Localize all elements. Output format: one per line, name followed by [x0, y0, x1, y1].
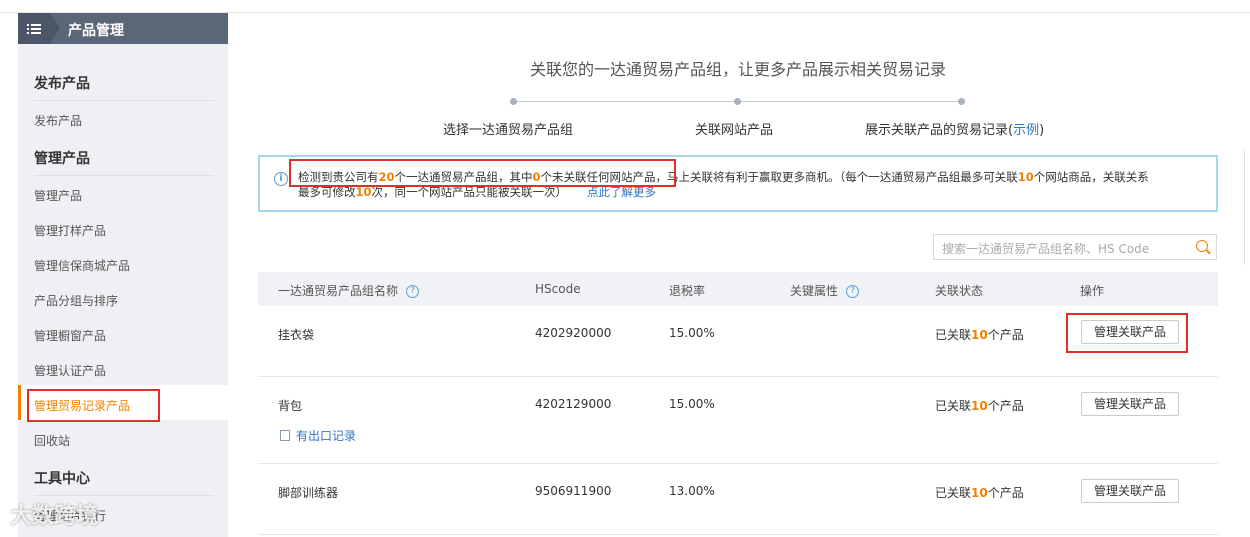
rebate-rate: 15.00%	[669, 326, 715, 340]
table-row: 脚部训练器 9506911900 13.00% 已关联10个产品 管理关联产品	[258, 464, 1218, 535]
step-3-label: 展示关联产品的贸易记录(示例)	[865, 119, 1044, 138]
sidebar-section-manage: 管理产品	[34, 151, 90, 167]
max-link-count: 10	[1017, 170, 1034, 184]
table-row: 背包 4202129000 15.00% 已关联10个产品 管理关联产品 有出口…	[258, 377, 1218, 464]
document-icon	[280, 430, 290, 441]
group-name: 挂衣袋	[278, 328, 315, 342]
divider	[34, 175, 214, 176]
menu-icon[interactable]	[18, 13, 50, 44]
highlight-box-notice	[289, 159, 676, 187]
sidebar-item-publish-product[interactable]: 发布产品	[34, 112, 82, 129]
col-header-key-attributes: 关键属性?	[790, 282, 860, 299]
manage-linked-products-button[interactable]: 管理关联产品	[1081, 479, 1179, 503]
notice-text: 次，同一个网站产品只能被关联一次）	[371, 185, 568, 199]
step-connector	[514, 101, 738, 102]
notice-text: 最多可修改	[298, 185, 356, 199]
example-link[interactable]: 示例	[1013, 123, 1039, 138]
header-arrow	[50, 13, 60, 43]
learn-more-link[interactable]: 点此了解更多	[587, 185, 656, 199]
col-header-group-name: 一达通贸易产品组名称?	[278, 282, 420, 299]
hscode: 4202129000	[535, 397, 612, 411]
group-name: 背包	[278, 399, 303, 413]
help-icon[interactable]: ?	[406, 285, 420, 298]
active-item-indicator	[18, 385, 21, 420]
sidebar-section-tools: 工具中心	[34, 471, 90, 487]
divider	[34, 100, 214, 101]
group-name: 脚部训练器	[278, 486, 339, 500]
sidebar: 产品管理 发布产品 发布产品 管理产品 管理产品 管理打样产品 管理信保商城产品…	[18, 13, 228, 537]
table-header: 一达通贸易产品组名称? HScode 退税率 关键属性? 关联状态 操作	[258, 272, 1218, 306]
step-dot	[958, 98, 965, 105]
sidebar-item-recycle-bin[interactable]: 回收站	[34, 432, 70, 449]
step-1-label: 选择一达通贸易产品组	[443, 123, 574, 138]
rebate-rate: 13.00%	[669, 484, 715, 498]
rebate-rate: 15.00%	[669, 397, 715, 411]
info-icon: i	[274, 172, 288, 186]
manage-linked-products-button[interactable]: 管理关联产品	[1081, 392, 1179, 416]
step-3-text: 展示关联产品的贸易记录	[865, 123, 1009, 138]
step-connector	[738, 101, 962, 102]
link-status: 已关联10个产品	[935, 328, 1024, 342]
hscode: 4202920000	[535, 326, 612, 340]
col-header-hscode: HScode	[535, 282, 581, 296]
step-dot	[510, 98, 517, 105]
sidebar-header: 产品管理	[18, 13, 228, 44]
col-header-link-status: 关联状态	[935, 284, 984, 298]
export-record-link[interactable]: 有出口记录	[280, 427, 356, 444]
step-2-label: 关联网站产品	[695, 123, 774, 138]
step-dot	[734, 98, 741, 105]
max-edit-count: 10	[355, 185, 372, 199]
help-icon[interactable]: ?	[846, 285, 860, 298]
search-placeholder: 搜索一达通贸易产品组名称、HS Code	[942, 242, 1150, 256]
sidebar-item-manage-products[interactable]: 管理产品	[34, 187, 82, 204]
link-status: 已关联10个产品	[935, 486, 1024, 500]
sidebar-item-product-groups[interactable]: 产品分组与排序	[34, 292, 118, 309]
col-header-rebate-rate: 退税率	[669, 284, 706, 298]
link-status: 已关联10个产品	[935, 399, 1024, 413]
sidebar-item-sample-products[interactable]: 管理打样产品	[34, 222, 106, 239]
watermark-text: 大数跨境	[10, 504, 99, 529]
sidebar-title: 产品管理	[68, 23, 124, 39]
search-input[interactable]: 搜索一达通贸易产品组名称、HS Code	[933, 234, 1217, 260]
sidebar-section-publish: 发布产品	[34, 76, 90, 92]
sidebar-item-certified-products[interactable]: 管理认证产品	[34, 362, 106, 379]
col-header-actions: 操作	[1080, 284, 1105, 298]
highlight-box-sidebar	[27, 389, 160, 422]
page-headline: 关联您的一达通贸易产品组，让更多产品展示相关贸易记录	[529, 60, 946, 79]
divider	[34, 495, 214, 496]
sidebar-item-showcase-products[interactable]: 管理橱窗产品	[34, 327, 106, 344]
notice-text: 个网站商品，关联关系	[1033, 170, 1149, 184]
highlight-box-action	[1066, 313, 1188, 353]
main-content: 关联您的一达通贸易产品组，让更多产品展示相关贸易记录 选择一达通贸易产品组 关联…	[258, 13, 1218, 537]
example-close-paren: )	[1039, 123, 1045, 138]
hscode: 9506911900	[535, 484, 612, 498]
sidebar-item-credit-mall-products[interactable]: 管理信保商城产品	[34, 257, 130, 274]
right-edge-panel	[1244, 150, 1250, 265]
search-icon[interactable]	[1196, 240, 1208, 252]
